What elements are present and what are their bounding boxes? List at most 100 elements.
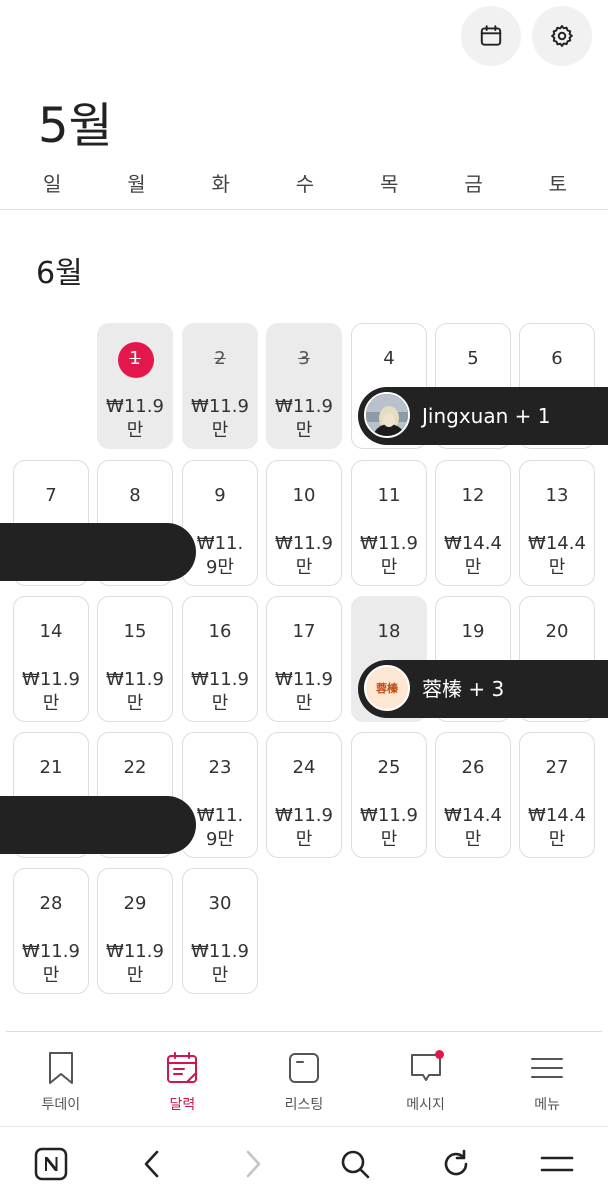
calendar-day[interactable]: 28 ₩11.9 만 [13,868,89,994]
day-number: 19 [436,621,510,642]
search-icon [341,1150,369,1179]
calendar-day[interactable]: 29 ₩11.9 만 [97,868,173,994]
day-number-text: 9 [214,485,226,506]
day-number: 11 [352,485,426,506]
calendar-day[interactable]: 27 ₩14.4 만 [519,732,595,858]
day-price: ₩11.9 만 [275,669,333,714]
day-number: 6 [520,348,594,369]
calendar-day[interactable]: 11 ₩11.9 만 [351,460,427,586]
calendar-day[interactable]: 24 ₩11.9 만 [266,732,342,858]
day-number-text: 10 [292,485,316,506]
day-number-text: 16 [208,621,232,642]
day-number-text: 5 [467,348,479,369]
day-number-text: 7 [45,485,57,506]
tabbar-divider [6,1031,602,1032]
day-number: 27 [520,757,594,778]
calendar-day[interactable]: 13 ₩14.4 만 [519,460,595,586]
day-number: 18 [352,621,426,642]
calendar-day[interactable]: 12 ₩14.4 만 [435,460,511,586]
day-number-text: 18 [377,621,401,642]
day-number-text: 23 [208,757,232,778]
month-section-title: 6월 [36,256,83,291]
reservation-bar[interactable]: 蓉榛 蓉榛 + 3 [358,660,608,718]
day-price: ₩11.9 만 [360,533,418,578]
bookmark-icon [48,1052,73,1084]
day-number-text: 14 [39,621,63,642]
day-number: 29 [98,893,172,914]
calendar-icon [167,1052,198,1083]
calendar-day[interactable]: 1 ₩11.9 만 [97,323,173,449]
home-button[interactable] [0,1127,101,1201]
calendar-day[interactable]: 16 ₩11.9 만 [182,596,258,722]
day-number: 17 [267,621,341,642]
day-number: 23 [183,757,257,778]
calendar-day[interactable]: 2 ₩11.9 만 [182,323,258,449]
day-price: ₩11.9 만 [191,396,249,441]
day-number-text: 28 [39,893,63,914]
refresh-icon [444,1149,468,1176]
day-number-text: 19 [461,621,485,642]
day-number-text: 25 [377,757,401,778]
day-price: ₩11.9 만 [22,669,80,714]
forward-button[interactable] [203,1127,304,1201]
back-button[interactable] [101,1127,202,1201]
tab-today[interactable]: 투데이 [0,1040,122,1124]
calendar-day[interactable]: 17 ₩11.9 만 [266,596,342,722]
tab-messages[interactable]: 메시지 [365,1040,487,1124]
tab-label: 달력 [169,1097,196,1113]
tab-label: 투데이 [41,1097,81,1113]
tab-listing[interactable]: 리스팅 [243,1040,365,1124]
tab-calendar[interactable]: 달력 [122,1040,244,1124]
calendar-day[interactable]: 9 ₩11. 9만 [182,460,258,586]
calendar-day[interactable]: 10 ₩11.9 만 [266,460,342,586]
reservation-guest: Jingxuan + 1 [422,404,551,428]
tab-label: 리스팅 [284,1097,324,1113]
day-number-text: 17 [292,621,316,642]
day-number-text: 24 [292,757,316,778]
calendar-day[interactable]: 25 ₩11.9 만 [351,732,427,858]
day-number: 12 [436,485,510,506]
reservation-bar[interactable]: Jingxuan + 1 [358,387,608,445]
calendar-day[interactable]: 14 ₩11.9 만 [13,596,89,722]
day-price: ₩14.4 만 [444,533,502,578]
day-number: 9 [183,485,257,506]
n-logo-icon [34,1147,67,1181]
day-number-text: 27 [545,757,569,778]
day-number-text: 13 [545,485,569,506]
search-button[interactable] [304,1127,405,1201]
day-number: 28 [14,893,88,914]
day-number-text: 11 [377,485,401,506]
weekday-label: 수 [295,172,315,196]
day-price: ₩11.9 만 [275,805,333,850]
day-number: 24 [267,757,341,778]
tab-label: 메뉴 [534,1097,561,1113]
weekday-header: 일 월 화 수 목 금 토 [10,168,600,197]
reservation-bar[interactable] [0,796,196,854]
chevron-right-icon [247,1150,261,1178]
header-divider [0,209,608,210]
day-number-text: 29 [123,893,147,914]
reservation-bar[interactable] [0,523,196,581]
calendar-day[interactable]: 15 ₩11.9 만 [97,596,173,722]
day-number: 26 [436,757,510,778]
day-number: 10 [267,485,341,506]
calendar-day[interactable]: 26 ₩14.4 만 [435,732,511,858]
day-number-text: 15 [123,621,147,642]
tab-menu[interactable]: 메뉴 [486,1040,608,1124]
day-number: 13 [520,485,594,506]
calendar-day[interactable]: 23 ₩11. 9만 [182,732,258,858]
weekday-label: 토 [548,172,568,196]
day-number: 22 [98,757,172,778]
day-number-text: 30 [208,893,232,914]
weekday-label: 목 [380,172,399,196]
browser-menu-button[interactable] [507,1127,608,1201]
day-number: 14 [14,621,88,642]
listing-icon [288,1053,319,1083]
calendar-day[interactable]: 3 ₩11.9 만 [266,323,342,449]
day-price: ₩14.4 만 [444,805,502,850]
calendar-day[interactable]: 30 ₩11.9 만 [182,868,258,994]
calendar-view-button[interactable] [461,6,521,66]
refresh-button[interactable] [405,1127,506,1201]
settings-button[interactable] [532,6,592,66]
day-price: ₩11.9 만 [106,669,164,714]
